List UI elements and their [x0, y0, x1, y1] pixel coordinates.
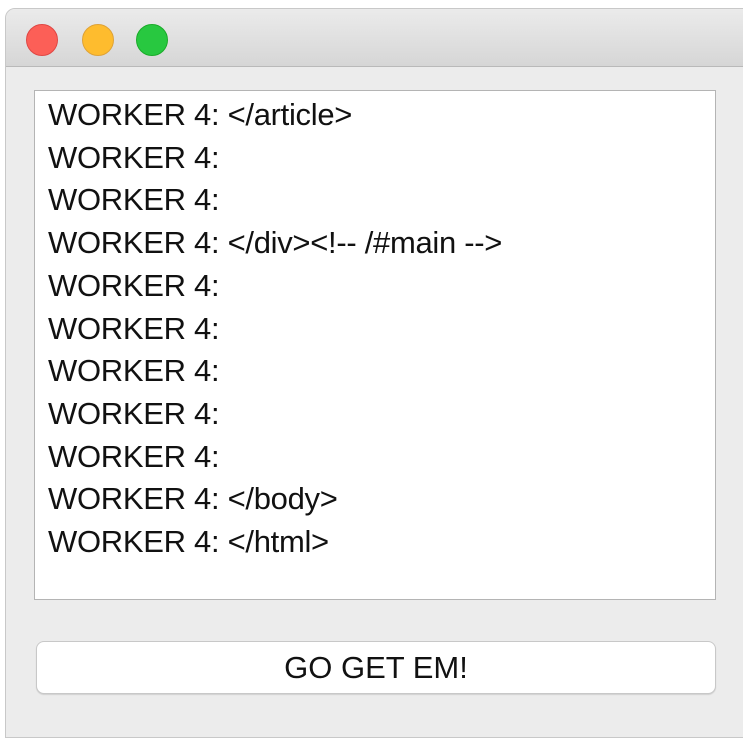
zoom-window-button[interactable] [136, 24, 168, 56]
log-line: WORKER 4: </body> [48, 481, 338, 517]
log-line: WORKER 4: [48, 395, 220, 431]
log-line: WORKER 4: [48, 182, 220, 218]
log-output-textarea[interactable]: WORKER 4: </article> WORKER 4: WORKER 4:… [34, 90, 716, 600]
go-get-em-button[interactable]: GO GET EM! [36, 641, 716, 694]
log-line: WORKER 4: [48, 310, 220, 346]
log-line: WORKER 4: [48, 139, 220, 175]
log-line: WORKER 4: </div><!-- /#main --> [48, 225, 503, 261]
log-line: WORKER 4: </article> [48, 97, 353, 132]
title-bar [6, 9, 743, 67]
log-line: WORKER 4: [48, 438, 220, 474]
log-line: WORKER 4: </html> [48, 524, 329, 560]
close-window-button[interactable] [26, 24, 58, 56]
log-line: WORKER 4: [48, 267, 220, 303]
minimize-window-button[interactable] [82, 24, 114, 56]
log-line: WORKER 4: [48, 353, 220, 389]
